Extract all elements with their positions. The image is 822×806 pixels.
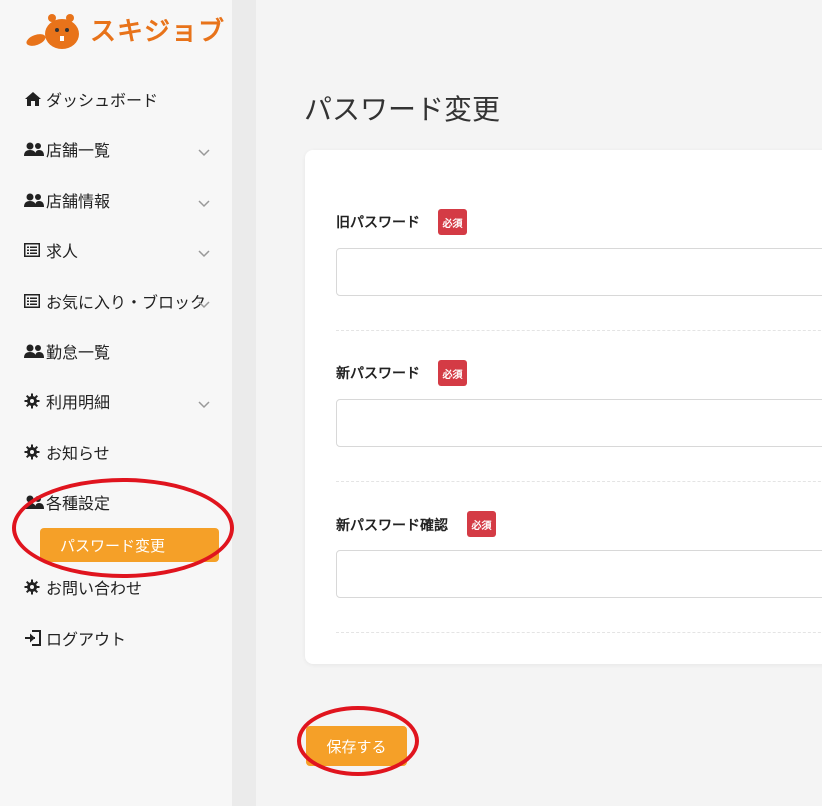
gear-icon: [24, 578, 44, 596]
sidebar-item-label: 求人: [46, 242, 79, 261]
old-password-label: 旧パスワード: [336, 215, 420, 231]
brand-name: スキジョブ: [90, 16, 226, 47]
sidebar-item-contact[interactable]: お問い合わせ: [24, 575, 214, 599]
users-icon: [24, 140, 44, 158]
chevron-down-icon[interactable]: [198, 243, 210, 262]
sidebar-item-label: 勤怠一覧: [46, 343, 111, 362]
sidebar-item-logout[interactable]: ログアウト: [24, 626, 214, 650]
save-button[interactable]: 保存する: [306, 726, 407, 766]
sidebar-item-settings[interactable]: 各種設定: [24, 490, 214, 514]
gear-icon: [24, 392, 44, 410]
new-password-label: 新パスワード: [336, 366, 420, 382]
list-icon: [24, 292, 44, 310]
sidebar-item-label: 店舗情報: [46, 192, 111, 211]
required-badge: 必須: [438, 209, 467, 235]
home-icon: [24, 90, 44, 108]
sidebar-item-label: 利用明細: [46, 393, 111, 412]
brand-logo[interactable]: スキジョブ: [26, 6, 225, 52]
field-separator: [336, 330, 822, 331]
beaver-logo-icon: [26, 14, 79, 49]
logout-icon: [24, 629, 44, 647]
sidebar: スキジョブ ダッシュボード 店舗一覧 店舗情報 求人 お気に入り・ブロック 勤怠…: [0, 0, 232, 806]
confirm-password-label: 新パスワード確認: [336, 518, 448, 534]
sidebar-item-store-info[interactable]: 店舗情報: [24, 188, 214, 212]
new-password-field[interactable]: [336, 399, 822, 447]
sidebar-item-store-list[interactable]: 店舗一覧: [24, 137, 214, 161]
chevron-down-icon[interactable]: [198, 142, 210, 161]
password-form-card: 旧パスワード 必須 新パスワード 必須 新パスワード確認 必須: [305, 150, 822, 664]
field-separator: [336, 632, 822, 633]
sidebar-item-label: 店舗一覧: [46, 141, 111, 160]
sidebar-item-dashboard[interactable]: ダッシュボード: [24, 87, 214, 111]
sidebar-item-label: ログアウト: [46, 630, 127, 649]
sidebar-item-label: お気に入り・ブロック: [46, 293, 207, 312]
sidebar-subitem-password-change[interactable]: パスワード変更: [40, 528, 219, 562]
users-icon: [24, 342, 44, 360]
sidebar-item-notices[interactable]: お知らせ: [24, 440, 214, 464]
required-badge: 必須: [438, 360, 467, 386]
chevron-down-icon[interactable]: [198, 394, 210, 413]
sidebar-item-label: 各種設定: [46, 494, 111, 513]
gear-icon: [24, 443, 44, 461]
sidebar-item-billing[interactable]: 利用明細: [24, 389, 214, 413]
old-password-field[interactable]: [336, 248, 822, 296]
field-separator: [336, 481, 822, 482]
list-icon: [24, 241, 44, 259]
sidebar-item-label: お問い合わせ: [46, 579, 143, 598]
chevron-down-icon[interactable]: [198, 193, 210, 212]
users-icon: [24, 191, 44, 209]
sidebar-item-attendance[interactable]: 勤怠一覧: [24, 339, 214, 363]
sidebar-item-label: ダッシュボード: [46, 91, 159, 110]
required-badge: 必須: [467, 511, 496, 537]
chevron-down-icon[interactable]: [198, 294, 210, 313]
sidebar-item-label: お知らせ: [46, 444, 110, 463]
page-title: パスワード変更: [304, 93, 501, 126]
sidebar-divider: [232, 0, 256, 806]
users-icon: [24, 493, 44, 511]
sidebar-item-favorites-block[interactable]: お気に入り・ブロック: [24, 289, 214, 313]
confirm-password-field[interactable]: [336, 550, 822, 598]
sidebar-item-jobs[interactable]: 求人: [24, 238, 214, 262]
